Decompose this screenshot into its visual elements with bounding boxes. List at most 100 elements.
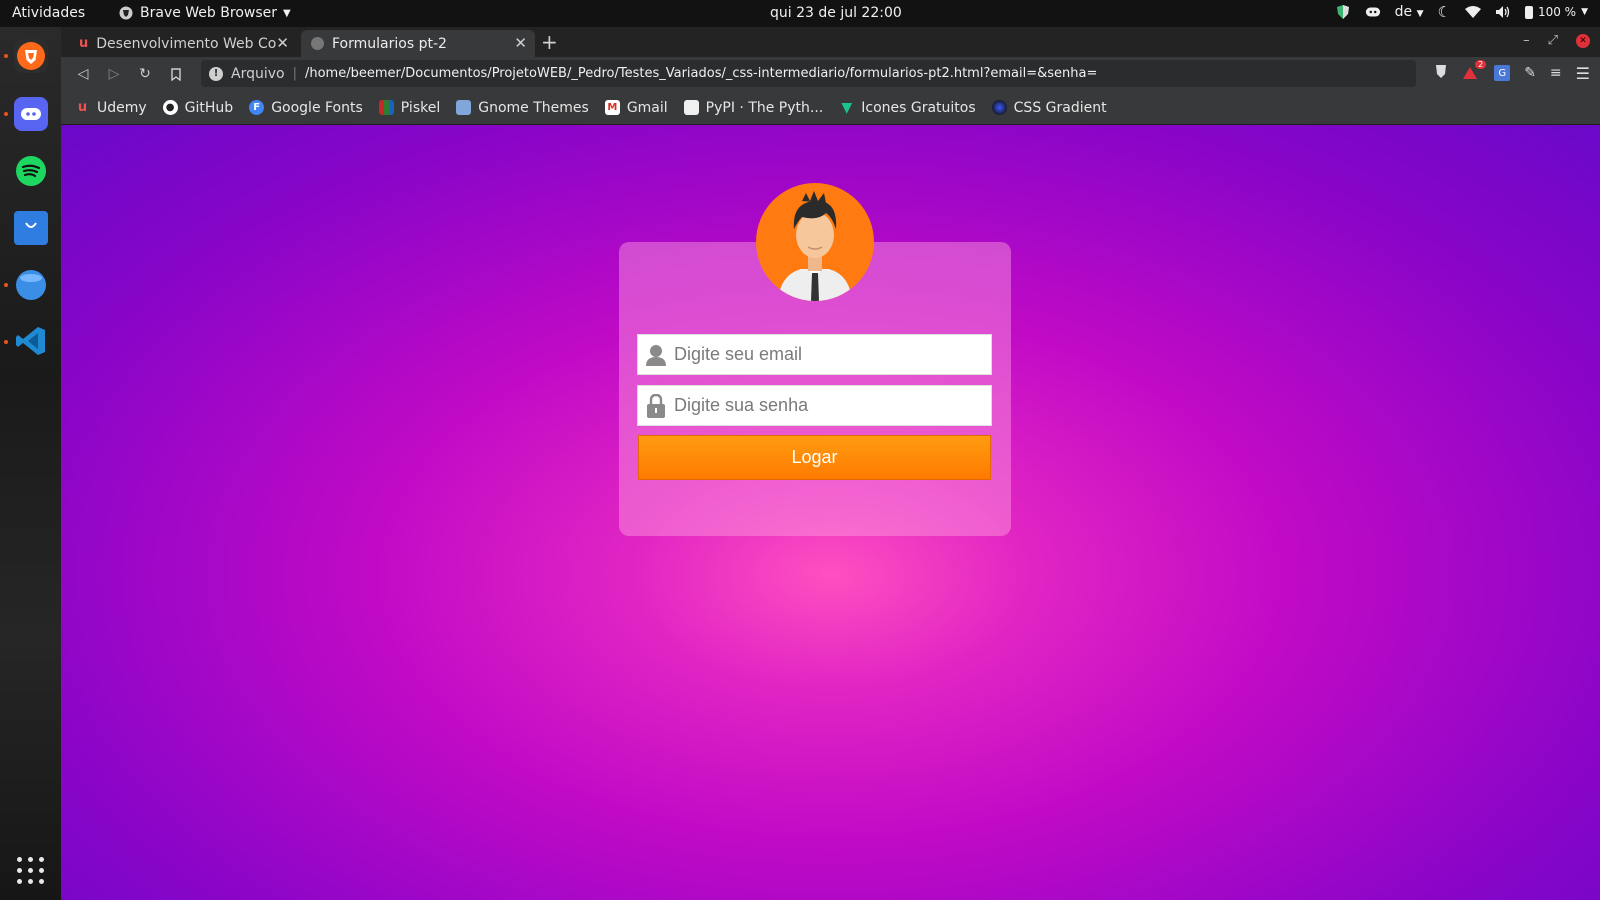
keyboard-layout-indicator[interactable]: de ▼ [1395,4,1424,20]
user-avatar [756,183,874,301]
files-launcher-icon[interactable] [14,268,48,302]
bookmark-label: Icones Gratuitos [861,99,976,116]
keyboard-layout-label: de [1394,4,1413,20]
brave-rewards-icon[interactable]: 2 [1462,60,1487,81]
bookmark-icones-gratuitos[interactable]: ▼ Icones Gratuitos [839,100,975,116]
playlist-icon[interactable]: ≡ [1550,65,1562,81]
bookmark-pypi[interactable]: PyPI · The Pyth... [683,99,824,116]
dock [0,27,61,900]
email-field[interactable] [637,334,992,375]
url-separator: | [292,66,297,81]
pen-extension-icon[interactable]: ✎ [1524,65,1536,81]
brave-launcher-icon[interactable] [14,39,48,73]
menu-icon[interactable]: ☰ [1576,64,1590,83]
bookmark-udemy[interactable]: u Udemy [75,100,147,116]
tab-title: Desenvolvimento Web Com [96,35,277,52]
discord-tray-icon[interactable] [1365,4,1381,20]
translate-icon[interactable]: G [1494,65,1511,81]
site-info-icon[interactable]: ! [209,66,223,81]
bookmark-google-fonts[interactable]: F Google Fonts [249,100,363,116]
close-tab-icon[interactable]: ✕ [276,34,289,52]
software-store-launcher-icon[interactable] [14,211,48,245]
gnome-themes-icon [456,100,472,115]
google-fonts-icon: F [249,100,265,115]
system-tray: de ▼ ☾ 100 % ▼ [1335,3,1588,21]
globe-icon [311,37,324,50]
url-scheme-label: Arquivo [231,65,285,82]
login-button[interactable]: Logar [638,435,991,480]
gmail-icon: M [604,100,620,115]
bookmark-label: PyPI · The Pyth... [705,99,824,116]
email-input[interactable] [674,344,974,365]
user-icon [638,334,674,375]
maximize-icon[interactable]: ⤢ [1548,33,1558,48]
spotify-launcher-icon[interactable] [14,154,48,188]
running-indicator [4,283,8,287]
chevron-down-icon: ▼ [283,7,291,19]
close-tab-icon[interactable]: ✕ [514,34,527,52]
brave-shields-icon[interactable] [1434,63,1448,83]
app-menu-label: Brave Web Browser [140,5,277,21]
lock-icon [638,385,674,426]
wifi-icon[interactable] [1464,4,1481,20]
rewards-badge: 2 [1475,60,1487,69]
address-bar[interactable]: ! Arquivo | /home/beemer/Documentos/Proj… [201,60,1416,87]
running-indicator [4,112,8,116]
bookmark-label: Google Fonts [271,99,363,116]
udemy-icon: u [77,100,88,115]
clock[interactable]: qui 23 de jul 22:00 [770,5,902,21]
running-indicator [4,340,8,344]
tab-formularios[interactable]: Formularios pt-2 ✕ [301,30,535,57]
tab-udemy[interactable]: u Desenvolvimento Web Com ✕ [69,30,297,57]
vscode-launcher-icon[interactable] [14,324,48,358]
minimize-icon[interactable]: – [1523,33,1530,48]
forward-icon[interactable]: ▷ [104,64,124,84]
bookmark-gmail[interactable]: M Gmail [604,99,668,116]
tab-strip: u Desenvolvimento Web Com ✕ Formularios … [61,27,1600,57]
bookmark-css-gradient[interactable]: CSS Gradient [991,99,1107,116]
app-menu[interactable]: Brave Web Browser ▼ [118,5,291,21]
activities-button[interactable]: Atividades [12,5,85,21]
bookmark-github[interactable]: ● GitHub [162,99,234,116]
bookmark-label: GitHub [184,99,234,116]
new-tab-button[interactable]: + [541,30,558,54]
css-gradient-icon [991,100,1007,115]
chevron-down-icon: ▼ [1581,7,1588,17]
bookmarks-bar: u Udemy ● GitHub F Google Fonts Piskel G… [61,91,1600,125]
bookmark-label: Piskel [400,99,441,116]
github-icon: ● [162,100,178,115]
shield-icon[interactable] [1335,4,1351,20]
toolbar-actions: 2 G ✎ ≡ ☰ [1434,60,1590,83]
battery-icon [1524,5,1533,19]
page-content: Logar [61,125,1600,900]
bookmark-icon[interactable] [166,64,186,84]
udemy-icon: u [79,36,89,51]
piskel-icon [378,100,394,115]
bookmark-label: CSS Gradient [1013,99,1107,116]
reload-icon[interactable]: ↻ [135,64,155,84]
navigation-bar: ◁ ▷ ↻ ! Arquivo | /home/beemer/Documento… [61,57,1600,91]
show-applications-icon[interactable] [17,857,44,884]
bookmark-piskel[interactable]: Piskel [378,99,441,116]
bookmark-gnome-themes[interactable]: Gnome Themes [456,100,589,116]
flaticon-icon: ▼ [841,99,853,116]
window-controls: – ⤢ ✕ [1523,33,1590,48]
password-field[interactable] [637,385,992,426]
bookmark-label: Gmail [626,99,668,116]
url-text[interactable]: /home/beemer/Documentos/ProjetoWEB/_Pedr… [305,66,1097,81]
chevron-down-icon: ▼ [1416,9,1424,19]
discord-launcher-icon[interactable] [14,97,48,131]
battery-percent: 100 % [1537,5,1577,19]
battery-indicator[interactable]: 100 % ▼ [1524,5,1588,19]
pypi-icon [683,100,699,115]
bookmark-label: Gnome Themes [478,99,589,116]
back-icon[interactable]: ◁ [73,64,93,84]
night-light-icon[interactable]: ☾ [1438,3,1451,21]
brave-icon [118,5,134,21]
bookmark-label: Udemy [97,99,147,116]
system-top-bar: Atividades Brave Web Browser ▼ qui 23 de… [0,0,1600,27]
close-window-icon[interactable]: ✕ [1576,33,1590,48]
password-input[interactable] [674,395,974,416]
volume-icon[interactable] [1495,4,1511,20]
running-indicator [4,54,8,58]
